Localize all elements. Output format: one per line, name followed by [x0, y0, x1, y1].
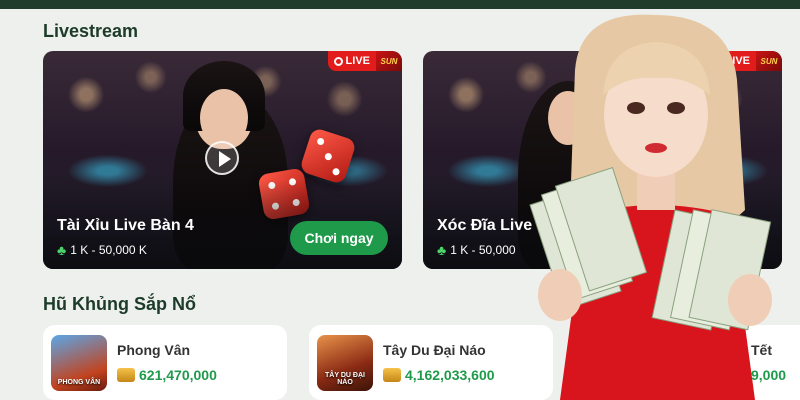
game-thumbnail: PHONG VÂN [51, 334, 107, 391]
bet-range: ♣ 1 K - 50,000 K [57, 242, 147, 258]
jackpot-value: 4,162,033,600 [405, 367, 495, 383]
club-icon: ♣ [437, 242, 447, 258]
sun-logo: SUN [376, 51, 402, 71]
livestream-section-title: Livestream [43, 21, 139, 41]
model-hand [538, 269, 582, 321]
coin-icon [117, 368, 135, 382]
model-eye [667, 102, 685, 114]
live-badge: LIVE SUN [327, 51, 402, 71]
game-name: Phong Vân [117, 342, 191, 358]
top-nav-bar [0, 0, 800, 9]
thumbnail-label: PHONG VÂN [57, 378, 101, 386]
live-broadcast-icon [333, 56, 343, 66]
game-thumbnail: TÂY DU ĐẠI NÁO [317, 334, 373, 391]
thumbnail-label: TÂY DU ĐẠI NÁO [325, 371, 365, 386]
coin-icon [383, 368, 401, 382]
bet-range: ♣ 1 K - 50,000 [437, 242, 516, 258]
play-video-icon[interactable] [205, 141, 239, 175]
bet-range-value: 1 K - 50,000 K [70, 243, 147, 257]
model-hand [728, 274, 772, 326]
dealer-face-front [200, 89, 248, 147]
model-lips [645, 143, 667, 153]
livestream-card-taixiu[interactable]: LIVE SUN Tài Xỉu Live Bàn 4 ♣ 1 K - 50,00… [43, 51, 402, 269]
bet-range-value: 1 K - 50,000 [450, 243, 516, 257]
jackpot-item-phong-van[interactable]: PHONG VÂN Phong Vân 621,470,000 [43, 325, 287, 400]
game-name: Tây Du Đại Náo [383, 342, 486, 358]
play-now-button[interactable]: Chơi ngay [290, 221, 388, 255]
live-label: LIVE [345, 55, 370, 67]
club-icon: ♣ [57, 242, 67, 258]
card-title: Tài Xỉu Live Bàn 4 [57, 217, 194, 234]
jackpot-value: 621,470,000 [139, 367, 217, 383]
model-eye [627, 102, 645, 114]
promo-model-image [529, 14, 772, 400]
jackpot-section-title: Hũ Khủng Sắp Nổ [43, 294, 196, 314]
